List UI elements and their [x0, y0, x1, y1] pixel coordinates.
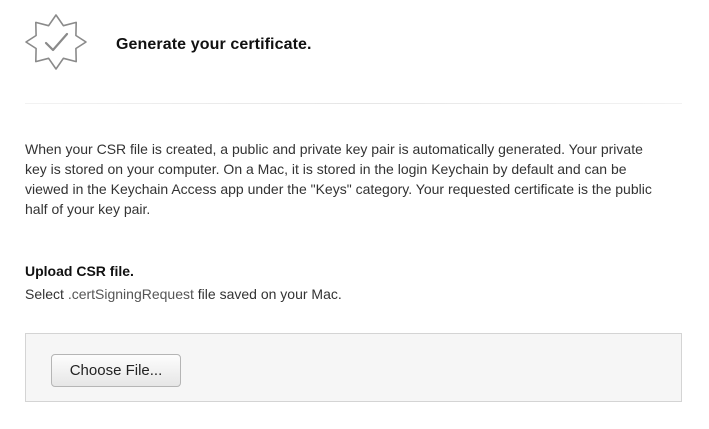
certificate-badge-check-icon: [24, 13, 88, 71]
upload-instructions-prefix: Select: [25, 286, 68, 302]
file-upload-panel: Choose File...: [25, 333, 682, 402]
section-divider: [25, 103, 682, 104]
page-header: Generate your certificate.: [0, 0, 709, 100]
csr-description: When your CSR file is created, a public …: [25, 141, 652, 217]
page-title: Generate your certificate.: [116, 36, 312, 53]
upload-instructions-suffix: file saved on your Mac.: [193, 286, 342, 302]
file-extension-text: .certSigningRequest: [67, 286, 194, 302]
choose-file-button[interactable]: Choose File...: [51, 354, 181, 387]
upload-instructions: Select .certSigningRequest file saved on…: [25, 286, 342, 302]
upload-section-title: Upload CSR file.: [25, 263, 134, 279]
